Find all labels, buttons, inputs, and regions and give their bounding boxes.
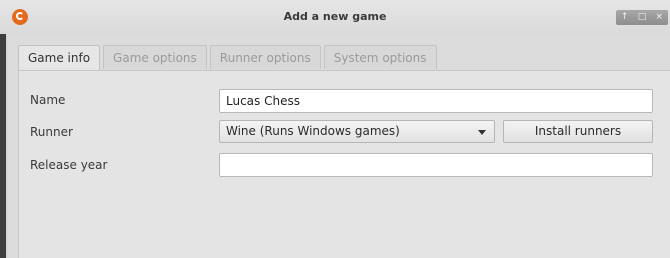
close-icon[interactable]: × (652, 10, 666, 25)
window-controls: ↑ □ × (616, 10, 668, 25)
release-year-input[interactable] (219, 153, 653, 177)
name-input[interactable]: Lucas Chess (219, 89, 653, 113)
install-runners-button[interactable]: Install runners (503, 120, 653, 143)
restore-icon[interactable]: □ (635, 10, 649, 25)
tab-game-options[interactable]: Game options (103, 45, 207, 69)
runner-select-value: Wine (Runs Windows games) (226, 124, 400, 138)
runner-label: Runner (30, 125, 73, 139)
name-label: Name (30, 93, 66, 107)
title-bar[interactable]: Add a new game ↑ □ × (0, 0, 670, 34)
add-game-dialog: Add a new game ↑ □ × Game info Game opti… (0, 0, 670, 258)
window-edge (0, 34, 7, 258)
tab-system-options[interactable]: System options (323, 45, 437, 69)
tab-game-info[interactable]: Game info (18, 45, 101, 71)
runner-select[interactable]: Wine (Runs Windows games) (219, 120, 495, 143)
maximize-icon[interactable]: ↑ (618, 10, 632, 25)
tab-runner-options[interactable]: Runner options (209, 45, 321, 69)
release-year-label: Release year (30, 158, 108, 172)
window-title: Add a new game (283, 10, 387, 23)
tab-bar: Game info Game options Runner options Sy… (18, 45, 437, 71)
chevron-down-icon (478, 130, 486, 135)
